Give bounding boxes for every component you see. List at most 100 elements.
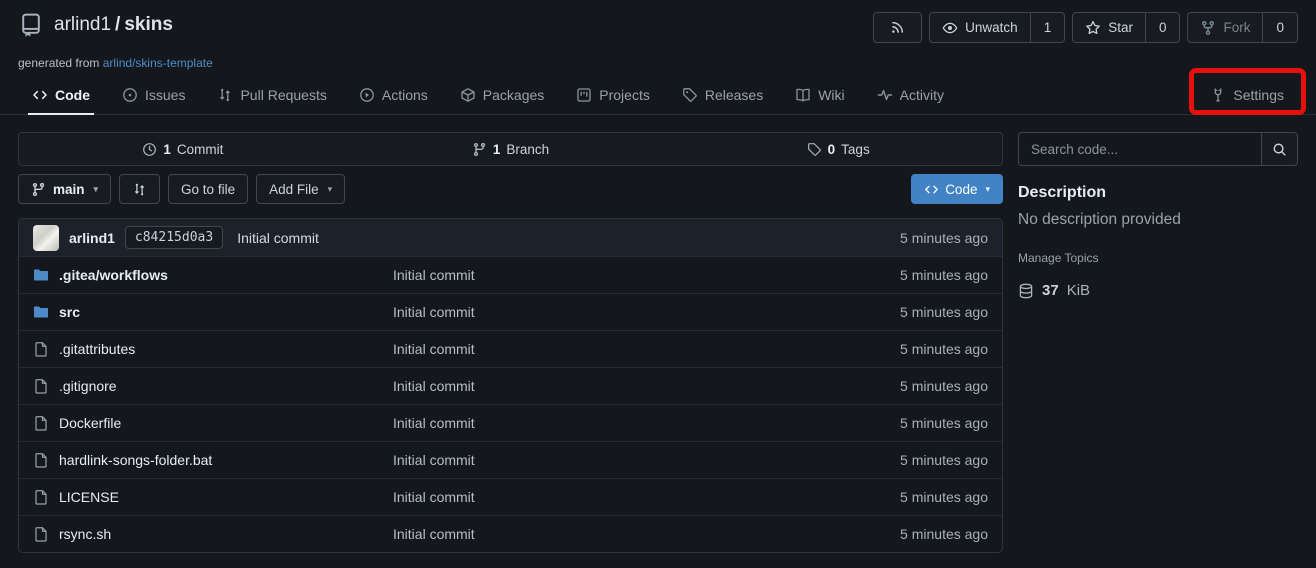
tab-activity[interactable]: Activity [863, 75, 958, 114]
tab-actions-label: Actions [382, 87, 428, 103]
add-file-label: Add File [269, 182, 319, 197]
tab-packages[interactable]: Packages [446, 75, 558, 114]
tab-wiki[interactable]: Wiki [781, 75, 858, 114]
file-name-link[interactable]: .gitea/workflows [59, 267, 168, 283]
template-repo-link[interactable]: arlind/skins-template [103, 56, 213, 70]
file-name-link[interactable]: Dockerfile [59, 415, 121, 431]
breadcrumb-separator: / [115, 14, 120, 35]
code-download-button[interactable]: Code ▾ [911, 174, 1003, 204]
tab-settings[interactable]: Settings [1196, 75, 1298, 114]
file-commit-message-link[interactable]: Initial commit [393, 378, 475, 394]
database-icon [1018, 283, 1034, 299]
add-file-button[interactable]: Add File ▾ [256, 174, 345, 204]
table-row: Dockerfile Initial commit 5 minutes ago [19, 404, 1002, 441]
tab-pull-requests-label: Pull Requests [240, 87, 326, 103]
table-row: rsync.sh Initial commit 5 minutes ago [19, 515, 1002, 552]
unwatch-label: Unwatch [965, 20, 1018, 35]
code-button-label: Code [945, 182, 977, 197]
commit-author-link[interactable]: arlind1 [69, 230, 115, 246]
nav-tabs: Code Issues Pull Requests [18, 75, 958, 114]
branches-stat[interactable]: 1 Branch [347, 133, 675, 165]
tags-count: 0 [828, 142, 836, 157]
star-button[interactable]: Star 0 [1072, 12, 1180, 43]
tags-stat[interactable]: 0 Tags [674, 133, 1002, 165]
compare-branches-button[interactable] [119, 174, 160, 204]
file-mod-time: 5 minutes ago [900, 452, 988, 468]
search-icon [1272, 142, 1287, 157]
file-commit-message-link[interactable]: Initial commit [393, 304, 475, 320]
file-icon [33, 415, 49, 431]
folder-icon [33, 304, 49, 320]
file-name-link[interactable]: rsync.sh [59, 526, 111, 542]
avatar[interactable] [33, 225, 59, 251]
fork-button[interactable]: Fork 0 [1187, 12, 1298, 43]
tab-projects[interactable]: Projects [562, 75, 664, 114]
pull-request-icon [217, 87, 233, 103]
file-name-link[interactable]: .gitignore [59, 378, 117, 394]
generated-from-line: generated from arlind/skins-template [18, 56, 213, 70]
commit-message-link[interactable]: Initial commit [237, 230, 319, 246]
chevron-down-icon: ▾ [328, 185, 333, 194]
issue-icon [122, 87, 138, 103]
repo-main-column: 1 Commit 1 Branch 0 Tags [18, 132, 1003, 553]
rss-icon [890, 20, 905, 35]
code-icon [924, 182, 939, 197]
commits-stat[interactable]: 1 Commit [19, 133, 347, 165]
file-icon [33, 452, 49, 468]
branch-selector[interactable]: main ▾ [18, 174, 111, 204]
file-icon [33, 526, 49, 542]
file-commit-message-link[interactable]: Initial commit [393, 526, 475, 542]
file-name-link[interactable]: hardlink-songs-folder.bat [59, 452, 212, 468]
description-heading: Description [1018, 184, 1298, 202]
file-name-link[interactable]: src [59, 304, 80, 320]
repo-toolbar: main ▾ Go to file Add File ▾ [18, 174, 1003, 204]
clock-icon [142, 142, 157, 157]
go-to-file-button[interactable]: Go to file [168, 174, 248, 204]
tab-code-label: Code [55, 87, 90, 103]
repo-name-link[interactable]: skins [124, 14, 173, 35]
tag-icon [807, 142, 822, 157]
star-label: Star [1108, 20, 1133, 35]
tab-issues[interactable]: Issues [108, 75, 199, 114]
chevron-down-icon: ▾ [94, 185, 99, 194]
tab-wiki-label: Wiki [818, 87, 844, 103]
file-commit-message-link[interactable]: Initial commit [393, 489, 475, 505]
repo-header: arlind1/skins [18, 12, 1298, 43]
commit-hash-link[interactable]: c84215d0a3 [125, 226, 223, 249]
file-mod-time: 5 minutes ago [900, 489, 988, 505]
go-to-file-label: Go to file [181, 182, 235, 197]
file-icon [33, 378, 49, 394]
file-name-link[interactable]: .gitattributes [59, 341, 135, 357]
tab-issues-label: Issues [145, 87, 185, 103]
code-icon [32, 87, 48, 103]
star-count[interactable]: 0 [1145, 13, 1180, 42]
search-code-input[interactable] [1018, 132, 1261, 166]
file-mod-time: 5 minutes ago [900, 415, 988, 431]
tab-actions[interactable]: Actions [345, 75, 442, 114]
commit-time: 5 minutes ago [900, 230, 988, 246]
compare-icon [132, 182, 147, 197]
unwatch-button[interactable]: Unwatch 1 [929, 12, 1065, 43]
repo-stats-bar: 1 Commit 1 Branch 0 Tags [18, 132, 1003, 166]
repo-navbar: Code Issues Pull Requests [0, 75, 1316, 115]
package-icon [460, 87, 476, 103]
file-commit-message-link[interactable]: Initial commit [393, 452, 475, 468]
tab-code[interactable]: Code [18, 75, 104, 114]
file-commit-message-link[interactable]: Initial commit [393, 415, 475, 431]
repo-size-unit: KiB [1067, 282, 1090, 299]
tab-pull-requests[interactable]: Pull Requests [203, 75, 340, 114]
search-button[interactable] [1261, 132, 1298, 166]
rss-button[interactable] [873, 12, 922, 43]
star-icon [1085, 20, 1101, 36]
watch-count[interactable]: 1 [1030, 13, 1065, 42]
file-commit-message-link[interactable]: Initial commit [393, 267, 475, 283]
file-icon [33, 341, 49, 357]
fork-count[interactable]: 0 [1262, 13, 1297, 42]
file-name-link[interactable]: LICENSE [59, 489, 119, 505]
tab-releases[interactable]: Releases [668, 75, 777, 114]
actions-icon [359, 87, 375, 103]
repo-owner-link[interactable]: arlind1 [54, 14, 111, 35]
repo-action-buttons: Unwatch 1 Star 0 Fork [873, 12, 1298, 43]
file-commit-message-link[interactable]: Initial commit [393, 341, 475, 357]
manage-topics-link[interactable]: Manage Topics [1018, 251, 1298, 265]
